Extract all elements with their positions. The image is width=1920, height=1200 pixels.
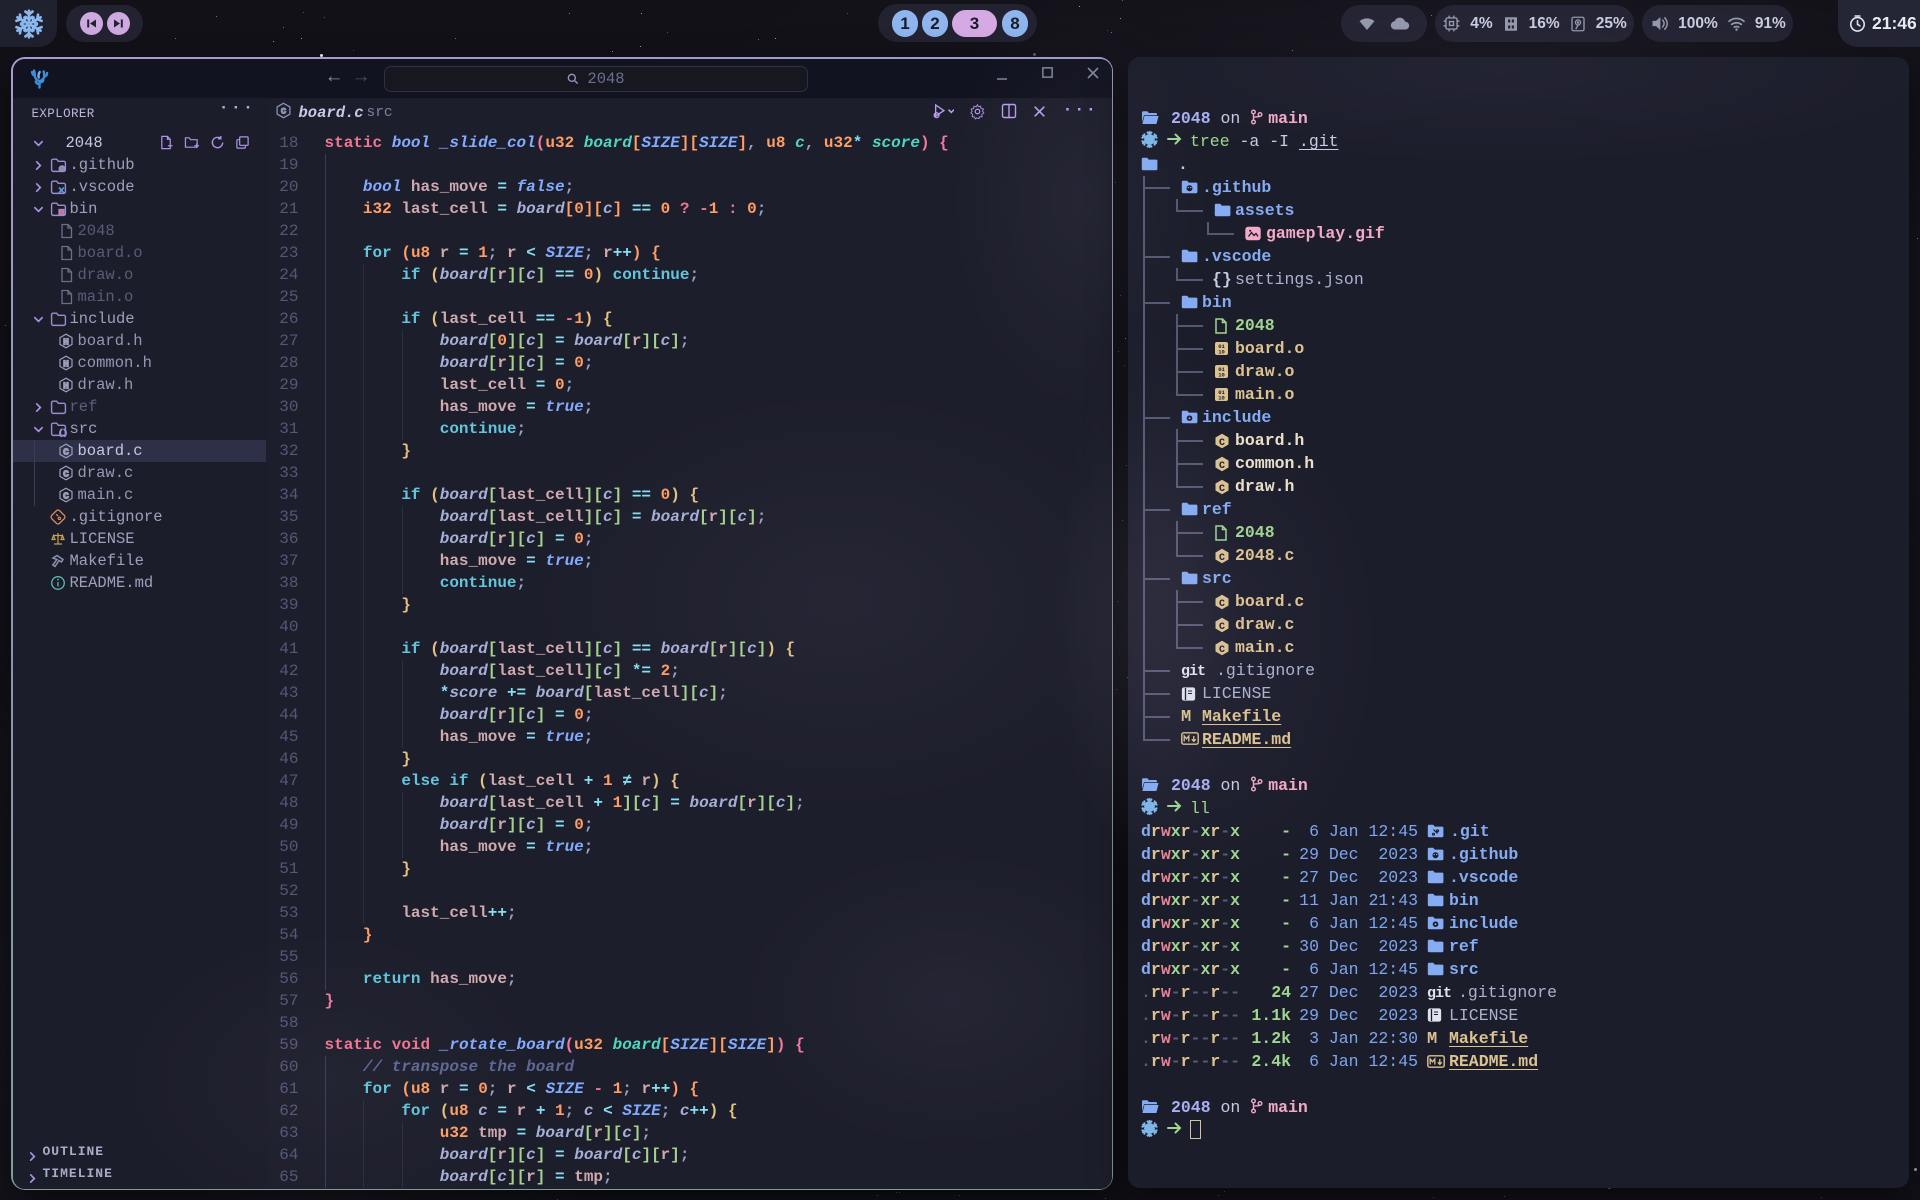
- svg-text:10: 10: [1218, 395, 1225, 402]
- svg-text:C: C: [280, 106, 285, 116]
- svg-text:C: C: [1219, 553, 1225, 564]
- svg-text:H: H: [63, 336, 69, 347]
- svg-text:(): (): [58, 429, 67, 436]
- svg-text:C: C: [1219, 622, 1225, 633]
- svg-text:C: C: [1219, 461, 1225, 472]
- svg-text:10: 10: [1218, 349, 1225, 356]
- svg-text:C: C: [1219, 484, 1225, 495]
- svg-text:10: 10: [1218, 372, 1225, 379]
- svg-text:C: C: [1219, 645, 1225, 656]
- svg-text:C: C: [1219, 599, 1225, 610]
- svg-text:H: H: [63, 380, 69, 391]
- svg-text:C: C: [1219, 438, 1225, 449]
- svg-text:C: C: [63, 446, 69, 457]
- svg-text:C: C: [63, 468, 69, 479]
- svg-text:C: C: [63, 490, 69, 501]
- svg-text:H: H: [63, 358, 69, 369]
